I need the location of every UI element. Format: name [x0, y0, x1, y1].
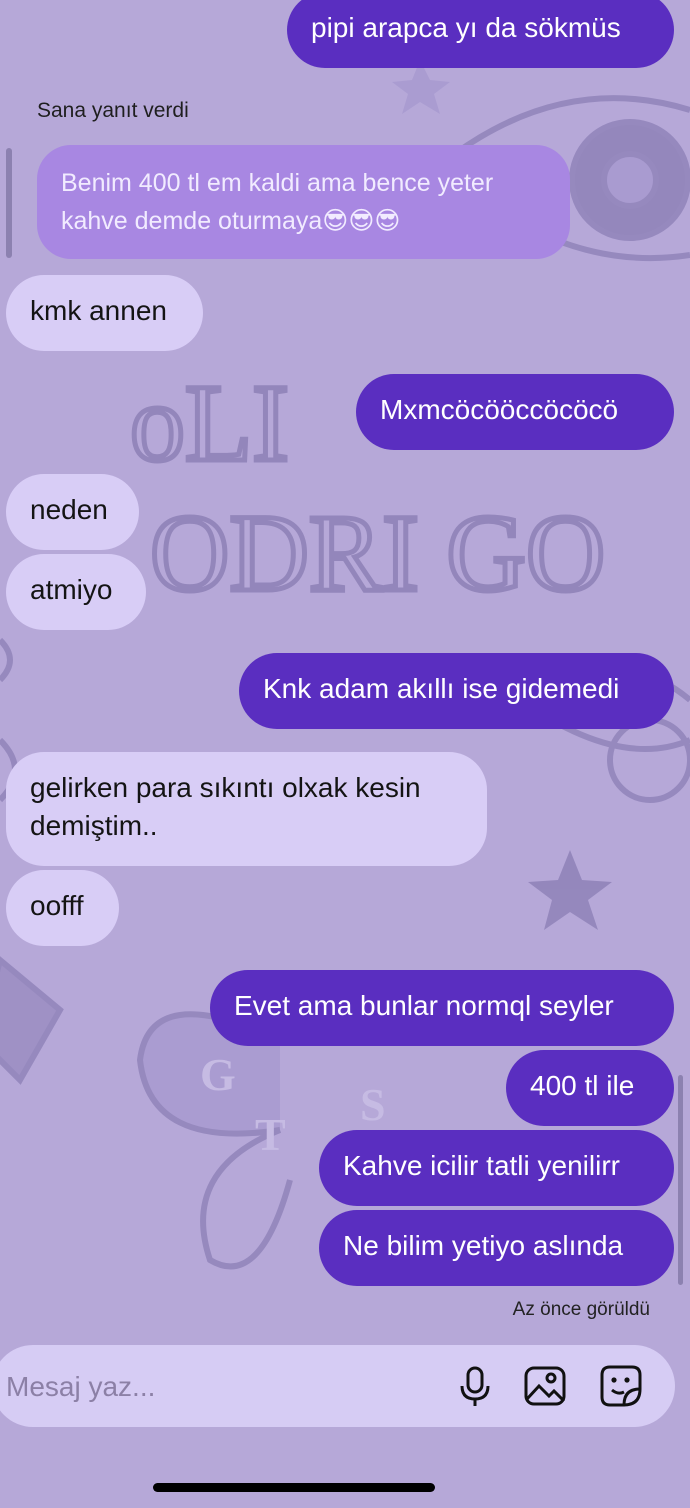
- seen-status: Az önce görüldü: [512, 1299, 650, 1320]
- sticker-icon[interactable]: [598, 1363, 644, 1409]
- message-composer[interactable]: Mesaj yaz...: [0, 1345, 675, 1427]
- replied-message-bubble[interactable]: Benim 400 tl em kaldi ama bence yeter ka…: [37, 145, 570, 259]
- image-icon[interactable]: [522, 1363, 568, 1409]
- message-bubble[interactable]: 400 tl ile: [506, 1050, 674, 1126]
- message-bubble[interactable]: oofff: [6, 870, 119, 946]
- svg-text:oLI: oLI: [130, 362, 289, 484]
- message-bubble[interactable]: Kahve icilir tatli yenilirr: [319, 1130, 674, 1206]
- message-bubble[interactable]: kmk annen: [6, 275, 203, 351]
- scrollbar-top[interactable]: [6, 148, 12, 258]
- reply-label: Sana yanıt verdi: [37, 99, 189, 122]
- message-input[interactable]: Mesaj yaz...: [6, 1371, 155, 1403]
- svg-text:S: S: [360, 1079, 386, 1130]
- message-bubble[interactable]: Knk adam akıllı ise gidemedi: [239, 653, 674, 729]
- svg-text:G: G: [200, 1049, 236, 1100]
- message-bubble[interactable]: Ne bilim yetiyo aslında: [319, 1210, 674, 1286]
- message-bubble[interactable]: atmiyo: [6, 554, 146, 630]
- message-bubble[interactable]: gelirken para sıkıntı olxak kesin demişt…: [6, 752, 487, 866]
- message-bubble[interactable]: pipi arapca yı da sökmüs: [287, 0, 674, 68]
- svg-text:ODRI GO: ODRI GO: [150, 492, 605, 614]
- home-indicator[interactable]: [153, 1483, 435, 1492]
- microphone-icon[interactable]: [452, 1363, 498, 1409]
- svg-text:T: T: [255, 1109, 286, 1160]
- message-bubble[interactable]: neden: [6, 474, 139, 550]
- scrollbar-bottom[interactable]: [678, 1075, 683, 1285]
- message-bubble[interactable]: Mxmcöcööccöcöcö: [356, 374, 674, 450]
- message-bubble[interactable]: Evet ama bunlar normql seyler: [210, 970, 674, 1046]
